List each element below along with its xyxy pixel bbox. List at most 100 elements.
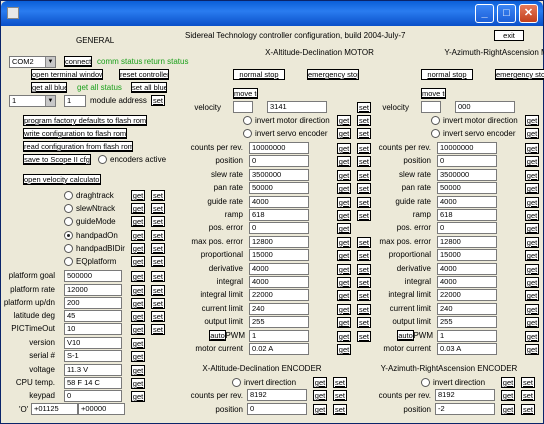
motor_y-guide-rate-get[interactable]: get (525, 196, 539, 208)
open-velocity-button[interactable]: open velocity calculator (23, 174, 101, 185)
motor_y-current-limit-get[interactable]: get (525, 303, 539, 315)
motor_y-invert-direction-radio[interactable] (431, 116, 440, 125)
motor_y-pan-rate-get[interactable]: get (525, 183, 539, 195)
mode-slewNtrack-set[interactable]: set (151, 203, 165, 215)
mode-guideMode-radio[interactable] (64, 217, 73, 227)
get-all-status-label[interactable]: get all status (77, 83, 122, 93)
motor_x-invert-direction-set[interactable]: set (357, 115, 371, 126)
motor_y-guide-rate-input[interactable]: 4000 (437, 195, 497, 208)
pictimeout-input[interactable]: 10 (64, 323, 122, 335)
mode-handpadBIDir-get[interactable]: get (131, 242, 145, 254)
motor_y-move-to-input[interactable] (421, 101, 441, 113)
motor_x-invert-encoder-set[interactable]: set (357, 128, 371, 139)
motor_y-pos-error-input[interactable]: 0 (437, 222, 497, 235)
pictimeout-get[interactable]: get (131, 324, 145, 335)
motor_x-pwm-input[interactable]: 1 (249, 329, 309, 342)
encoder-y-counts-input[interactable]: 8192 (435, 389, 495, 401)
motor_x-velocity-input[interactable]: 3141 (267, 101, 327, 113)
platform-goal-input[interactable]: 500000 (64, 270, 122, 282)
minimize-button[interactable]: _ (475, 4, 494, 23)
platform-up-dn-input[interactable]: 200 (64, 297, 122, 309)
get-all-blue-button[interactable]: get all blue (31, 82, 67, 93)
motor_y-slew-rate-input[interactable]: 3500000 (437, 168, 497, 181)
motor_x-output-limit-get[interactable]: get (337, 317, 351, 329)
program-factory-button[interactable]: program factory defaults to flash rom (23, 115, 147, 126)
encoders-active-radio[interactable] (98, 155, 107, 164)
mode-draghtrack-set[interactable]: set (151, 190, 165, 201)
motor_x-pwm-set[interactable]: set (357, 330, 371, 342)
motor_x-pwm-get[interactable]: get (337, 330, 351, 342)
motor_x-emergency-stop-button[interactable]: emergency stop (307, 69, 359, 80)
motor_x-integral-limit-get[interactable]: get (337, 290, 351, 302)
save-scope-button[interactable]: save to Scope II cfg (23, 154, 91, 165)
motor_x-proportional-input[interactable]: 15000 (249, 249, 309, 262)
platform-goal-get[interactable]: get (131, 271, 145, 282)
motor_y-output-limit-input[interactable]: 255 (437, 316, 497, 329)
motor_y-integral-input[interactable]: 4000 (437, 276, 497, 288)
encoder-y-position-set[interactable]: set (521, 404, 535, 415)
address-select[interactable]: 1 ▼ (9, 95, 56, 107)
pictimeout-set[interactable]: set (151, 324, 165, 335)
latitude-deg-input[interactable]: 45 (64, 310, 122, 322)
encoder-x-invert-get[interactable]: get (313, 377, 327, 388)
motor_x-derivative-get[interactable]: get (337, 263, 351, 275)
motor_y-slew-rate-get[interactable]: get (525, 169, 539, 181)
motor_x-pos-error-input[interactable]: 0 (249, 222, 309, 235)
voltage-get[interactable]: get (131, 365, 145, 376)
motor_x-position-input[interactable]: 0 (249, 155, 309, 168)
motor_y-move-to-button[interactable]: move to (421, 88, 446, 99)
mode-handpadOn-radio[interactable] (64, 230, 73, 240)
motor_y-emergency-stop-button[interactable]: emergency stop (495, 69, 544, 80)
motor_y-max-pos-error-get[interactable]: get (525, 236, 539, 248)
motor_y-position-input[interactable]: 0 (437, 155, 497, 168)
motor_y-velocity-input[interactable]: 000 (455, 101, 515, 113)
motor_x-derivative-input[interactable]: 4000 (249, 262, 309, 275)
motor_y-integral-limit-get[interactable]: get (525, 290, 539, 302)
platform-rate-set[interactable]: set (151, 285, 165, 296)
encoder-x-counts-input[interactable]: 8192 (247, 389, 307, 401)
motor_y-invert-direction-get[interactable]: get (525, 115, 539, 126)
motor_y-position-get[interactable]: get (525, 156, 539, 168)
read-config-button[interactable]: read configuration from flash rom (23, 141, 133, 152)
motor_x-integral-input[interactable]: 4000 (249, 276, 309, 288)
motor_x-integral-limit-input[interactable]: 22000 (249, 289, 309, 302)
latitude-deg-set[interactable]: set (151, 311, 165, 322)
encoder-x-position-input[interactable]: 0 (247, 403, 307, 415)
motor_x-normal-stop-button[interactable]: normal stop (233, 69, 285, 80)
motor_x-guide-rate-get[interactable]: get (337, 196, 351, 208)
motor_x-pan-rate-get[interactable]: get (337, 183, 351, 195)
motor_y-normal-stop-button[interactable]: normal stop (421, 69, 473, 80)
motor_y-integral-get[interactable]: get (525, 277, 539, 288)
motor_y-proportional-input[interactable]: 15000 (437, 249, 497, 262)
motor_x-invert-direction-radio[interactable] (243, 116, 252, 125)
platform-goal-set[interactable]: set (151, 271, 165, 282)
module-address-input[interactable]: 1 (64, 95, 86, 107)
encoder-x-counts-get[interactable]: get (313, 390, 327, 401)
mode-handpadBIDir-set[interactable]: set (151, 242, 165, 254)
mode-slewNtrack-get[interactable]: get (131, 203, 145, 215)
motor_y-ramp-input[interactable]: 618 (437, 209, 497, 221)
mode-EQplatform-radio[interactable] (64, 257, 73, 266)
motor_x-current-limit-get[interactable]: get (337, 303, 351, 315)
encoder-x-invert-set[interactable]: set (333, 377, 347, 388)
motor_x-output-limit-input[interactable]: 255 (249, 316, 309, 329)
motor_y-pan-rate-input[interactable]: 50000 (437, 182, 497, 195)
platform-rate-get[interactable]: get (131, 285, 145, 296)
mode-slewNtrack-radio[interactable] (64, 204, 73, 214)
mode-EQplatform-set[interactable]: set (151, 256, 165, 267)
close-button[interactable]: ✕ (519, 4, 538, 23)
encoder-x-position-set[interactable]: set (333, 404, 347, 415)
motor_y-proportional-get[interactable]: get (525, 250, 539, 262)
motor_y-max-pos-error-input[interactable]: 12800 (437, 235, 497, 248)
encoder-y-counts-set[interactable]: set (521, 390, 535, 401)
encoder-y-invert-set[interactable]: set (521, 377, 535, 388)
platform-up-dn-get[interactable]: get (131, 298, 145, 309)
motor_x-counts-per-rev-input[interactable]: 10000000 (249, 142, 309, 154)
write-config-button[interactable]: write configuration to flash rom (23, 128, 127, 139)
connect-button[interactable]: connect (64, 56, 92, 67)
maximize-button[interactable]: □ (497, 4, 516, 23)
platform-up-dn-set[interactable]: set (151, 298, 165, 309)
motor_x-motor-current-input[interactable]: 0.02 A (249, 343, 309, 355)
motor_x-current-limit-input[interactable]: 240 (249, 302, 309, 315)
motor_y-counts-per-rev-input[interactable]: 10000000 (437, 142, 497, 154)
